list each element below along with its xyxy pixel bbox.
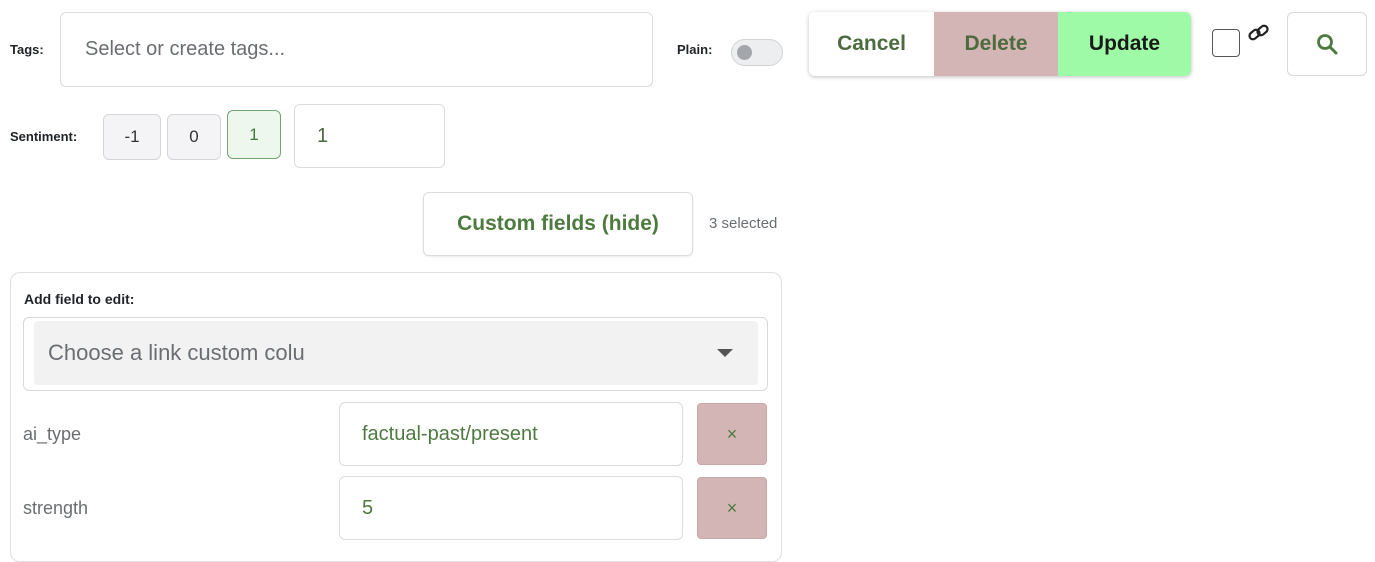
add-field-label: Add field to edit:: [24, 291, 135, 307]
link-icon: [1246, 22, 1274, 46]
update-button[interactable]: Update: [1058, 12, 1191, 76]
sentiment-label: Sentiment:: [10, 129, 78, 144]
sentiment-option-negative[interactable]: -1: [103, 114, 161, 160]
action-button-group: Cancel Delete Update: [809, 12, 1191, 76]
field-select-placeholder: Choose a link custom colu: [48, 340, 305, 365]
remove-field-button[interactable]: ×: [697, 403, 767, 465]
field-name: ai_type: [23, 424, 82, 444]
search-icon: [1317, 34, 1338, 55]
field-name: strength: [23, 498, 89, 518]
sentiment-option-neutral[interactable]: 0: [167, 114, 221, 160]
delete-button[interactable]: Delete: [934, 12, 1058, 76]
field-value-input[interactable]: factual-past/present: [339, 402, 683, 466]
remove-field-button[interactable]: ×: [697, 477, 767, 539]
toggle-knob: [737, 45, 752, 60]
sentiment-value-input[interactable]: 1: [294, 104, 445, 168]
search-button[interactable]: [1287, 12, 1367, 76]
cancel-button[interactable]: Cancel: [809, 12, 934, 76]
tags-label: Tags:: [10, 42, 44, 57]
plain-toggle[interactable]: [731, 39, 783, 66]
sentiment-option-positive[interactable]: 1: [227, 110, 281, 159]
selected-count: 3 selected: [709, 215, 778, 232]
caret-down-icon: [717, 349, 733, 357]
tags-placeholder: Select or create tags...: [85, 38, 286, 60]
field-select[interactable]: Choose a link custom colu: [34, 321, 758, 385]
field-value-input[interactable]: 5: [339, 476, 683, 540]
tags-input[interactable]: Select or create tags...: [60, 12, 653, 87]
link-checkbox[interactable]: [1212, 29, 1240, 57]
plain-label: Plain:: [677, 42, 713, 57]
custom-fields-toggle-button[interactable]: Custom fields (hide): [423, 192, 693, 256]
